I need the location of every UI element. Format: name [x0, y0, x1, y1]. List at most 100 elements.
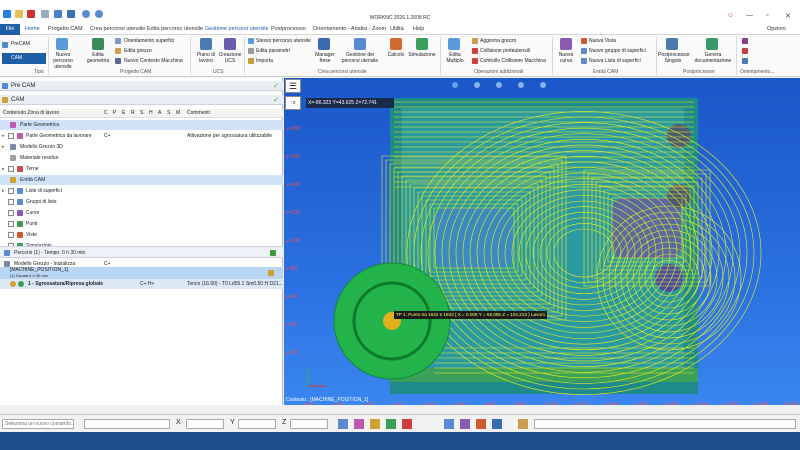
importa-button[interactable]: Importa — [256, 58, 273, 64]
checkbox[interactable] — [8, 188, 14, 194]
view-orientation-icon[interactable]: ↑z — [285, 96, 301, 110]
checkbox[interactable] — [8, 166, 14, 172]
percorsi-summary[interactable]: Percorsi (1) - Tempo: 0 h 30 min — [0, 246, 283, 258]
column-commenti[interactable]: Commenti — [187, 110, 210, 116]
search-field[interactable] — [534, 419, 796, 429]
filter-icon[interactable] — [460, 419, 470, 429]
tab-utilita[interactable]: Utilità — [390, 26, 404, 32]
column-p[interactable]: P — [113, 110, 116, 116]
check-icon[interactable]: ✓ — [273, 96, 279, 104]
snap-icon[interactable] — [386, 419, 396, 429]
controllo-collisione-button[interactable]: Controllo Collisione Macchina — [480, 58, 546, 64]
view-icon[interactable] — [496, 82, 502, 88]
check-icon[interactable]: ✓ — [273, 82, 279, 90]
user-icon[interactable]: ☺ — [727, 12, 734, 19]
tree-row-punti[interactable]: Punti — [0, 219, 283, 229]
checkbox[interactable] — [8, 221, 14, 227]
snap-icon[interactable] — [402, 419, 412, 429]
column-h[interactable]: H — [149, 110, 153, 116]
tree-row-terne[interactable]: ▸ Terne — [0, 164, 283, 174]
tree-row-modello-grezzo[interactable]: ▸ Modello Grezzo 3D — [0, 142, 283, 152]
snap-icon[interactable] — [370, 419, 380, 429]
column-m[interactable]: M — [176, 110, 180, 116]
snap-icon[interactable] — [338, 419, 348, 429]
calcolo-button[interactable]: Calcolo — [384, 52, 408, 58]
tab-home[interactable]: Home — [25, 26, 40, 32]
toolpath-row[interactable]: 1 - Sgrossatura/Ripresa globale C+ H+ To… — [0, 279, 283, 289]
tree-row-curve[interactable]: Curve — [0, 208, 283, 218]
mode-cam-button[interactable]: CAM — [2, 53, 46, 64]
edita-grezzo-button[interactable]: Edita grezzo — [124, 48, 152, 54]
expand-icon[interactable]: ▸ — [2, 186, 5, 196]
filter-icon[interactable] — [476, 419, 486, 429]
tree-row-gruppi-liste[interactable]: Gruppi di liste — [0, 197, 283, 207]
x-field[interactable] — [186, 419, 224, 429]
command-input[interactable] — [2, 419, 74, 429]
tab-gestione-percorsi[interactable]: Gestione percorsi utensile — [205, 26, 269, 32]
machine-position-row[interactable]: [MACHINE_POSITION_1] (1) Durata 0 h 30 m… — [0, 267, 283, 279]
tab-postprocessor[interactable]: Postprocessor — [271, 26, 306, 32]
tree-row-liste-superfici[interactable]: ▸ Liste di superfici — [0, 186, 283, 196]
expand-icon[interactable]: ▸ — [2, 131, 5, 141]
minimize-button[interactable]: — — [746, 12, 753, 19]
tab-progetto-cam[interactable]: Progetto CAM — [48, 26, 83, 32]
edita-multiplo-button[interactable]: Edita Multiplo — [442, 52, 468, 64]
3d-viewport[interactable]: y+180 y+160 y+140 y+120 y+100 y+80 y+60 y+40 y+2… — [284, 78, 800, 405]
aggiorna-grezzo-button[interactable]: Aggiorna grezzo — [480, 38, 516, 44]
expand-icon[interactable]: ▸ — [2, 142, 5, 152]
tab-orientamento[interactable]: Orientamento - Analisi - Zoom — [313, 26, 386, 32]
orient-zoom-icon[interactable] — [742, 48, 748, 54]
edita-parametri-button[interactable]: Edita parametri — [256, 48, 290, 54]
column-s[interactable]: S — [140, 110, 143, 116]
gestione-percorsi-button[interactable]: Gestione dei percorsi utensile — [340, 52, 380, 64]
cam-header[interactable]: CAM ✓ — [0, 95, 283, 105]
checkbox[interactable] — [8, 232, 14, 238]
column-r[interactable]: R — [131, 110, 135, 116]
tab-crea-percorso[interactable]: Crea percorso utensile — [90, 26, 145, 32]
genera-doc-button[interactable]: Genera documentazione — [692, 52, 734, 64]
close-window-button[interactable]: ✕ — [785, 12, 791, 20]
view-icon[interactable] — [518, 82, 524, 88]
simulazione-button[interactable]: Simulazione — [408, 52, 436, 58]
orient-view-icon[interactable] — [742, 38, 748, 44]
tree-row-viste[interactable]: Viste — [0, 230, 283, 240]
maximize-button[interactable]: ▫ — [766, 12, 768, 19]
options-link[interactable]: Opzioni — [767, 26, 786, 32]
nuova-vista-button[interactable]: Nuova Vista — [589, 38, 616, 44]
mode-precam-button[interactable]: PreCAM — [2, 39, 46, 50]
checkbox[interactable] — [8, 133, 14, 139]
column-a[interactable]: A — [158, 110, 161, 116]
checkbox[interactable] — [8, 199, 14, 205]
filter-icon[interactable] — [444, 419, 454, 429]
edita-geometria-button[interactable]: Edita geometria — [84, 52, 112, 64]
creazione-ucs-button[interactable]: Creazione UCS — [218, 52, 242, 64]
view-icon[interactable] — [452, 82, 458, 88]
checkbox[interactable] — [8, 210, 14, 216]
column-contenuto[interactable]: Contenuto Zona di lavoro — [3, 110, 59, 116]
filter-icon[interactable] — [492, 419, 502, 429]
nuova-curva-button[interactable]: Nuova curva — [554, 52, 578, 64]
expand-icon[interactable]: ▸ — [2, 164, 5, 174]
tab-file[interactable]: File — [0, 24, 20, 35]
nuova-lista-button[interactable]: Nuova Lista di superfici — [589, 58, 641, 64]
view-icon[interactable] — [540, 82, 546, 88]
snap-icon[interactable] — [354, 419, 364, 429]
nuovo-contesto-button[interactable]: Nuovo Contesto Macchina — [124, 58, 183, 64]
z-field[interactable] — [290, 419, 328, 429]
viewport-canvas[interactable]: y+180 y+160 y+140 y+120 y+100 y+80 y+60 y+40 y+2… — [284, 78, 800, 405]
tree-row-parte-da-lavorare[interactable]: ▸ Parte Geometrica da lavorare C+ Attiva… — [0, 131, 283, 141]
column-e[interactable]: E — [122, 110, 125, 116]
y-field[interactable] — [238, 419, 276, 429]
column-c[interactable]: C — [104, 110, 108, 116]
manager-frese-button[interactable]: Manager frese — [312, 52, 338, 64]
nuovo-percorso-button[interactable]: Nuovo percorso utensile — [50, 52, 76, 70]
viewport-menu-button[interactable]: ☰ — [285, 79, 301, 93]
collisione-portautensili-button[interactable]: Collisione portautensili — [480, 48, 530, 54]
view-icon[interactable] — [474, 82, 480, 88]
post-singolo-button[interactable]: Postprocessor Singolo — [658, 52, 690, 64]
tab-help[interactable]: Help — [413, 26, 424, 32]
command-dropdown[interactable] — [84, 419, 170, 429]
tree-row-materiale-residuo[interactable]: Materiale residuo — [0, 153, 283, 163]
orient-fit-icon[interactable] — [742, 58, 748, 64]
orientamento-superfici-button[interactable]: Orientamento superfici — [124, 38, 174, 44]
